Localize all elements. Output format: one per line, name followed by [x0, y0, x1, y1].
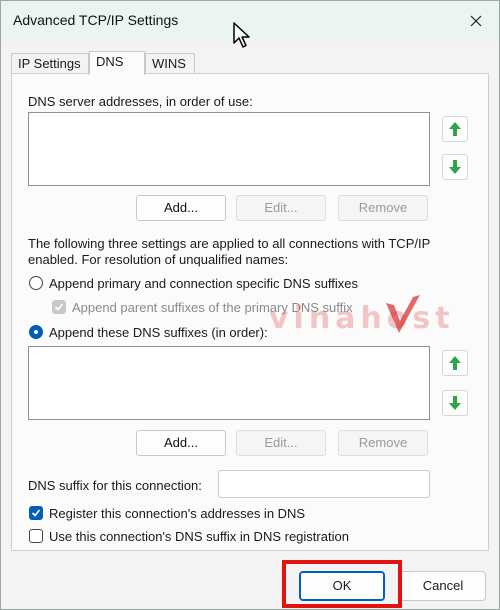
cancel-button[interactable]: Cancel: [400, 571, 486, 601]
checkmark-icon: [54, 303, 64, 311]
checkbox-use-suffix-label: Use this connection's DNS suffix in DNS …: [49, 529, 349, 544]
dns-server-list[interactable]: [28, 112, 430, 186]
move-down-suffix-button[interactable]: [442, 390, 468, 416]
arrow-down-icon: [449, 396, 461, 410]
radio-append-these-label: Append these DNS suffixes (in order):: [49, 325, 268, 340]
dns-suffix-input[interactable]: [218, 470, 430, 498]
remove-suffix-button[interactable]: Remove: [338, 430, 428, 456]
close-icon: [470, 15, 482, 27]
add-server-button[interactable]: Add...: [136, 195, 226, 221]
tab-wins[interactable]: WINS: [145, 53, 195, 73]
advanced-tcpip-dialog: Advanced TCP/IP Settings IP Settings DNS…: [0, 0, 500, 610]
radio-append-primary[interactable]: [29, 276, 43, 290]
checkbox-append-parent[interactable]: [52, 300, 66, 314]
add-suffix-button[interactable]: Add...: [136, 430, 226, 456]
arrow-up-icon: [449, 122, 461, 136]
arrow-up-icon: [449, 356, 461, 370]
dns-servers-label: DNS server addresses, in order of use:: [28, 94, 253, 109]
checkmark-icon: [31, 509, 41, 517]
move-down-server-button[interactable]: [442, 154, 468, 180]
edit-server-button[interactable]: Edit...: [236, 195, 326, 221]
tab-dns[interactable]: DNS: [89, 51, 145, 75]
checkbox-register-addresses-label: Register this connection's addresses in …: [49, 506, 306, 521]
radio-append-these[interactable]: [29, 325, 43, 339]
checkbox-use-suffix[interactable]: [29, 529, 43, 543]
remove-server-button[interactable]: Remove: [338, 195, 428, 221]
move-up-server-button[interactable]: [442, 116, 468, 142]
ok-button-highlight-box: [282, 560, 402, 608]
watermark-text: vinahost: [269, 301, 455, 336]
window-title: Advanced TCP/IP Settings: [13, 12, 179, 28]
tab-ip-settings[interactable]: IP Settings: [11, 53, 89, 73]
watermark-logo: [386, 295, 420, 333]
dns-suffix-list[interactable]: [28, 346, 430, 420]
move-up-suffix-button[interactable]: [442, 350, 468, 376]
resolution-description-line1: The following three settings are applied…: [28, 236, 431, 251]
resolution-description-line2: enabled. For resolution of unqualified n…: [28, 252, 289, 267]
edit-suffix-button[interactable]: Edit...: [236, 430, 326, 456]
close-button[interactable]: [453, 1, 499, 41]
dns-suffix-label: DNS suffix for this connection:: [28, 478, 202, 493]
radio-append-primary-label: Append primary and connection specific D…: [49, 276, 359, 291]
mouse-cursor-icon: [233, 22, 250, 48]
checkbox-register-addresses[interactable]: [29, 506, 43, 520]
arrow-down-icon: [449, 160, 461, 174]
